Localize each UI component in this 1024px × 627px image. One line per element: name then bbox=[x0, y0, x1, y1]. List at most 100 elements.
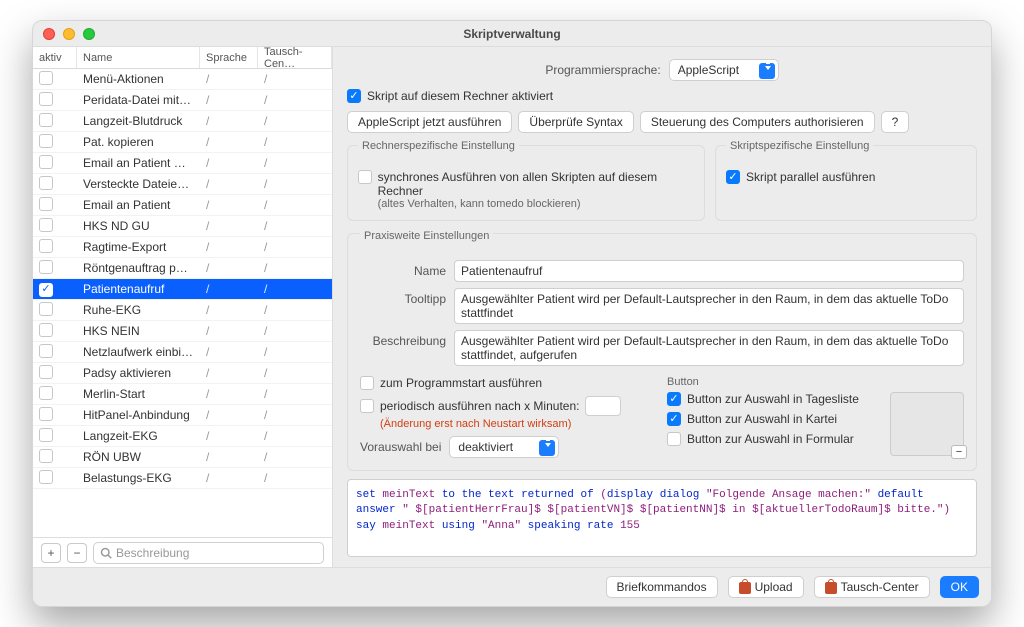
bag-icon bbox=[825, 582, 837, 594]
table-row[interactable]: Ruhe-EKG// bbox=[33, 300, 332, 321]
periodic-label: periodisch ausführen nach x Minuten: bbox=[380, 399, 579, 413]
table-row[interactable]: Netzlaufwerk einbinden neu// bbox=[33, 342, 332, 363]
table-row[interactable]: Patientenaufruf// bbox=[33, 279, 332, 300]
table-row[interactable]: Pat. kopieren// bbox=[33, 132, 332, 153]
aktiv-checkbox[interactable] bbox=[39, 155, 53, 169]
table-row[interactable]: Röntgenauftrag per GDT// bbox=[33, 258, 332, 279]
aktiv-checkbox[interactable] bbox=[39, 283, 53, 297]
th-name[interactable]: Name bbox=[77, 47, 200, 68]
aktiv-checkbox[interactable] bbox=[39, 302, 53, 316]
th-tauschcenter[interactable]: Tausch-Cen… bbox=[258, 47, 332, 68]
syntax-button[interactable]: Überprüfe Syntax bbox=[518, 111, 633, 133]
sync-exec-checkbox[interactable] bbox=[358, 170, 372, 184]
table-row[interactable]: Padsy aktivieren// bbox=[33, 363, 332, 384]
row-sprache: / bbox=[200, 387, 258, 401]
table-body[interactable]: Menü-Aktionen//Peridata-Datei mit Patien… bbox=[33, 69, 332, 537]
table-row[interactable]: HKS ND GU// bbox=[33, 216, 332, 237]
button-image-well[interactable]: − bbox=[890, 392, 964, 456]
remove-button[interactable]: − bbox=[67, 543, 87, 563]
aktiv-checkbox[interactable] bbox=[39, 470, 53, 484]
row-sprache: / bbox=[200, 72, 258, 86]
close-icon[interactable] bbox=[43, 28, 55, 40]
aktiv-checkbox[interactable] bbox=[39, 428, 53, 442]
parallel-checkbox[interactable] bbox=[726, 170, 740, 184]
table-row[interactable]: Langzeit-Blutdruck// bbox=[33, 111, 332, 132]
th-aktiv[interactable]: aktiv bbox=[33, 47, 77, 68]
th-sprache[interactable]: Sprache bbox=[200, 47, 258, 68]
row-name: Ragtime-Export bbox=[77, 240, 200, 254]
aktiv-checkbox[interactable] bbox=[39, 197, 53, 211]
row-tc: / bbox=[258, 261, 332, 275]
table-row[interactable]: Email an Patient// bbox=[33, 195, 332, 216]
aktiv-checkbox[interactable] bbox=[39, 365, 53, 379]
row-sprache: / bbox=[200, 114, 258, 128]
row-tc: / bbox=[258, 450, 332, 464]
tooltip-field[interactable]: Ausgewählter Patient wird per Default-La… bbox=[454, 288, 964, 324]
run-button[interactable]: AppleScript jetzt ausführen bbox=[347, 111, 512, 133]
aktiv-checkbox[interactable] bbox=[39, 92, 53, 106]
table-row[interactable]: Ragtime-Export// bbox=[33, 237, 332, 258]
row-name: Merlin-Start bbox=[77, 387, 200, 401]
aktiv-checkbox[interactable] bbox=[39, 386, 53, 400]
search-input[interactable]: Beschreibung bbox=[93, 542, 324, 564]
aktiv-checkbox[interactable] bbox=[39, 239, 53, 253]
upload-button[interactable]: Upload bbox=[728, 576, 804, 598]
tauschcenter-button[interactable]: Tausch-Center bbox=[814, 576, 930, 598]
table-row[interactable]: HitPanel-Anbindung// bbox=[33, 405, 332, 426]
row-name: Menü-Aktionen bbox=[77, 72, 200, 86]
row-sprache: / bbox=[200, 198, 258, 212]
startup-checkbox[interactable] bbox=[360, 376, 374, 390]
authorize-button[interactable]: Steuerung des Computers authorisieren bbox=[640, 111, 875, 133]
btn-kartei-checkbox[interactable] bbox=[667, 412, 681, 426]
aktiv-checkbox[interactable] bbox=[39, 134, 53, 148]
aktiv-checkbox[interactable] bbox=[39, 113, 53, 127]
table-row[interactable]: Merlin-Start// bbox=[33, 384, 332, 405]
aktiv-checkbox[interactable] bbox=[39, 323, 53, 337]
preselect-select[interactable]: deaktiviert bbox=[449, 436, 559, 458]
praxis-settings-title: Praxisweite Einstellungen bbox=[360, 230, 493, 242]
active-checkbox[interactable] bbox=[347, 89, 361, 103]
name-field[interactable]: Patientenaufruf bbox=[454, 260, 964, 282]
periodic-checkbox[interactable] bbox=[360, 399, 374, 413]
aktiv-checkbox[interactable] bbox=[39, 344, 53, 358]
table-row[interactable]: Menü-Aktionen// bbox=[33, 69, 332, 90]
language-select[interactable]: AppleScript bbox=[669, 59, 779, 81]
add-button[interactable]: + bbox=[41, 543, 61, 563]
preselect-key: Vorauswahl bei bbox=[360, 440, 441, 454]
help-button[interactable]: ? bbox=[881, 111, 910, 133]
table-row[interactable]: Peridata-Datei mit PatientID// bbox=[33, 90, 332, 111]
table-row[interactable]: HKS NEIN// bbox=[33, 321, 332, 342]
row-sprache: / bbox=[200, 450, 258, 464]
bottom-bar: Briefkommandos Upload Tausch-Center OK bbox=[33, 567, 991, 606]
table-row[interactable]: RÖN UBW// bbox=[33, 447, 332, 468]
table-row[interactable]: Email an Patient mit iCal-Anha…// bbox=[33, 153, 332, 174]
row-sprache: / bbox=[200, 282, 258, 296]
briefkommandos-button[interactable]: Briefkommandos bbox=[606, 576, 718, 598]
row-sprache: / bbox=[200, 345, 258, 359]
zoom-icon[interactable] bbox=[83, 28, 95, 40]
remove-image-button[interactable]: − bbox=[951, 445, 967, 459]
ok-button[interactable]: OK bbox=[940, 576, 979, 598]
row-name: Email an Patient bbox=[77, 198, 200, 212]
row-tc: / bbox=[258, 198, 332, 212]
aktiv-checkbox[interactable] bbox=[39, 449, 53, 463]
table-row[interactable]: Belastungs-EKG// bbox=[33, 468, 332, 489]
minimize-icon[interactable] bbox=[63, 28, 75, 40]
table-row[interactable]: Langzeit-EKG// bbox=[33, 426, 332, 447]
aktiv-checkbox[interactable] bbox=[39, 407, 53, 421]
traffic-lights bbox=[43, 28, 95, 40]
btn-tagesliste-checkbox[interactable] bbox=[667, 392, 681, 406]
periodic-minutes-field[interactable] bbox=[585, 396, 621, 416]
language-value: AppleScript bbox=[678, 63, 739, 77]
desc-field[interactable]: Ausgewählter Patient wird per Default-La… bbox=[454, 330, 964, 366]
btn-formular-checkbox[interactable] bbox=[667, 432, 681, 446]
aktiv-checkbox[interactable] bbox=[39, 71, 53, 85]
aktiv-checkbox[interactable] bbox=[39, 260, 53, 274]
code-editor[interactable]: set meinText to the text returned of (di… bbox=[347, 479, 977, 557]
row-tc: / bbox=[258, 303, 332, 317]
aktiv-checkbox[interactable] bbox=[39, 218, 53, 232]
row-sprache: / bbox=[200, 93, 258, 107]
aktiv-checkbox[interactable] bbox=[39, 176, 53, 190]
row-tc: / bbox=[258, 429, 332, 443]
table-row[interactable]: Versteckte Dateien anzeigen// bbox=[33, 174, 332, 195]
